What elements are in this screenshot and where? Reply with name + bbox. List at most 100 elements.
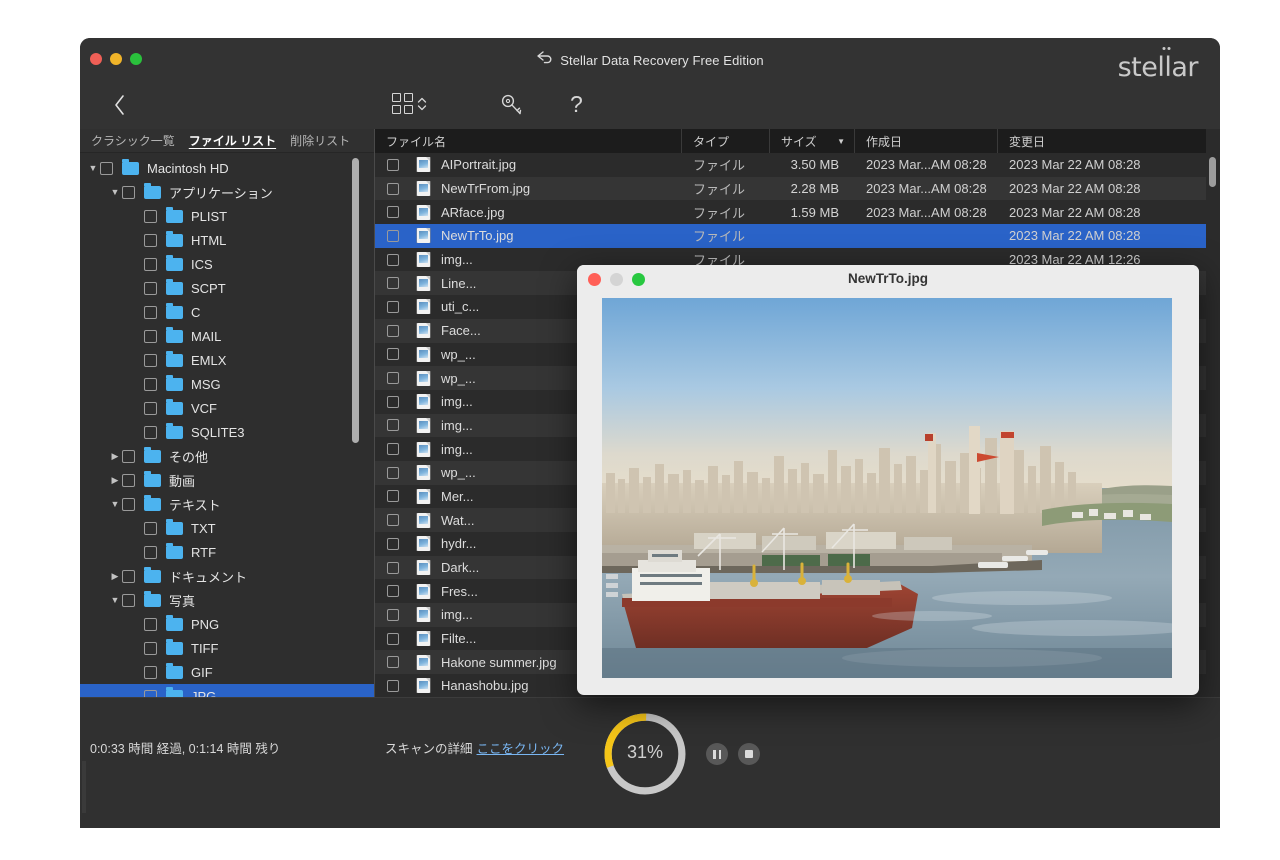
row-checkbox[interactable] <box>387 229 399 242</box>
stop-scan-button[interactable] <box>738 743 760 765</box>
tree-item[interactable]: • ICS <box>80 252 375 276</box>
row-checkbox[interactable] <box>387 324 399 337</box>
row-checkbox[interactable] <box>387 466 399 479</box>
tree-item[interactable]: • PLIST <box>80 204 375 228</box>
tree-item-checkbox[interactable] <box>122 497 135 511</box>
tree-item[interactable]: ▶ その他 <box>80 444 375 468</box>
row-checkbox[interactable] <box>387 372 399 385</box>
tree-item-checkbox[interactable] <box>144 281 157 295</box>
table-row[interactable]: ARface.jpg ファイル 1.59 MB 2023 Mar...AM 08:28… <box>375 200 1220 225</box>
twisty-collapsed-icon[interactable]: ▶ <box>108 571 122 582</box>
tree-item-checkbox[interactable] <box>122 569 135 583</box>
tree-item-checkbox[interactable] <box>144 641 157 655</box>
tree-item[interactable]: ▼ アプリケーション <box>80 180 375 204</box>
tree-item-checkbox[interactable] <box>144 257 157 271</box>
tree-item[interactable]: • MSG <box>80 372 375 396</box>
row-checkbox[interactable] <box>387 300 399 313</box>
tree-item[interactable]: ▼ テキスト <box>80 492 375 516</box>
tree-item[interactable]: ▶ 動画 <box>80 468 375 492</box>
grid-view-button[interactable] <box>392 93 427 114</box>
tree-item-checkbox[interactable] <box>144 689 157 697</box>
tree-item-checkbox[interactable] <box>144 617 157 631</box>
sidebar-scrollbar[interactable] <box>352 158 359 443</box>
row-checkbox[interactable] <box>387 443 399 456</box>
row-checkbox[interactable] <box>387 656 399 669</box>
tree-item[interactable]: • MAIL <box>80 324 375 348</box>
table-row[interactable]: NewTrFrom.jpg ファイル 2.28 MB 2023 Mar...AM 08… <box>375 176 1220 201</box>
row-checkbox[interactable] <box>387 514 399 527</box>
tree-item[interactable]: • PNG <box>80 612 375 636</box>
row-checkbox[interactable] <box>387 419 399 432</box>
twisty-collapsed-icon[interactable]: ▶ <box>108 451 122 462</box>
tree-item[interactable]: • RTF <box>80 540 375 564</box>
tree-item[interactable]: ▼ 写真 <box>80 588 375 612</box>
row-checkbox[interactable] <box>387 348 399 361</box>
table-row[interactable]: NewTrTo.jpg ファイル 2023 Mar 22 AM 08:28 <box>375 224 1220 248</box>
tree-item[interactable]: • SCPT <box>80 276 375 300</box>
column-header-4[interactable]: 変更日 <box>998 129 1170 153</box>
tree-item-checkbox[interactable] <box>122 449 135 463</box>
row-checkbox[interactable] <box>387 679 399 692</box>
column-header-3[interactable]: 作成日 <box>855 129 998 153</box>
tree-item[interactable]: •C <box>80 300 375 324</box>
tree-item-checkbox[interactable] <box>122 185 135 199</box>
row-checkbox[interactable] <box>387 632 399 645</box>
twisty-collapsed-icon[interactable]: ▶ <box>108 475 122 486</box>
sidebar-tab-1[interactable]: ファイル リスト <box>189 132 276 149</box>
twisty-expanded-icon[interactable]: ▼ <box>108 187 122 197</box>
tree-item-checkbox[interactable] <box>122 593 135 607</box>
row-checkbox[interactable] <box>387 561 399 574</box>
row-checkbox[interactable] <box>387 206 399 219</box>
tree-item-checkbox[interactable] <box>122 473 135 487</box>
sort-descending-icon[interactable]: ▼ <box>837 137 845 146</box>
tree-item-checkbox[interactable] <box>144 521 157 535</box>
folder-icon <box>166 326 183 343</box>
tree-item-checkbox[interactable] <box>144 209 157 223</box>
tree-item[interactable]: • EMLX <box>80 348 375 372</box>
tree-item[interactable]: ▶ ドキュメント <box>80 564 375 588</box>
tree-item-checkbox[interactable] <box>144 401 157 415</box>
row-checkbox[interactable] <box>387 490 399 503</box>
tree-item-checkbox[interactable] <box>144 353 157 367</box>
twisty-expanded-icon[interactable]: ▼ <box>108 595 122 605</box>
column-header-1[interactable]: タイプ <box>682 129 770 153</box>
back-button[interactable] <box>105 90 135 120</box>
row-checkbox[interactable] <box>387 395 399 408</box>
row-checkbox[interactable] <box>387 585 399 598</box>
tree-item[interactable]: • VCF <box>80 396 375 420</box>
sidebar-tab-0[interactable]: クラシック一覧 <box>91 132 175 149</box>
tree-item[interactable]: ▼ Macintosh HD <box>80 156 375 180</box>
table-row[interactable]: AIPortrait.jpg ファイル 3.50 MB 2023 Mar...AM 0… <box>375 153 1220 177</box>
tree-item[interactable]: • HTML <box>80 228 375 252</box>
column-header-2[interactable]: サイズ ▼ <box>770 129 855 153</box>
column-header-0[interactable]: ファイル名 <box>375 129 682 153</box>
tree-item-checkbox[interactable] <box>100 161 113 175</box>
tree-item-checkbox[interactable] <box>144 545 157 559</box>
tree-item-checkbox[interactable] <box>144 329 157 343</box>
row-checkbox[interactable] <box>387 277 399 290</box>
help-button[interactable]: ? <box>570 91 583 118</box>
tree-item-checkbox[interactable] <box>144 305 157 319</box>
row-checkbox[interactable] <box>387 182 399 195</box>
tree-item[interactable]: • SQLITE3 <box>80 420 375 444</box>
twisty-expanded-icon[interactable]: ▼ <box>108 499 122 509</box>
file-list-scrollbar[interactable] <box>1209 157 1216 187</box>
file-type-cell: ファイル <box>693 229 746 245</box>
row-checkbox[interactable] <box>387 253 399 266</box>
scan-detail-link[interactable]: ここをクリック <box>477 742 565 756</box>
row-checkbox[interactable] <box>387 608 399 621</box>
tree-item[interactable]: • GIF <box>80 660 375 684</box>
tree-item[interactable]: • TIFF <box>80 636 375 660</box>
sidebar-tab-2[interactable]: 削除リスト <box>290 132 350 149</box>
row-checkbox[interactable] <box>387 537 399 550</box>
tree-item-checkbox[interactable] <box>144 233 157 247</box>
tree-item[interactable]: •JPG <box>80 684 375 697</box>
row-checkbox[interactable] <box>387 158 399 171</box>
twisty-expanded-icon[interactable]: ▼ <box>86 163 100 173</box>
tree-item-checkbox[interactable] <box>144 425 157 439</box>
tree-item-checkbox[interactable] <box>144 665 157 679</box>
activation-key-button[interactable] <box>500 93 526 122</box>
tree-item[interactable]: • TXT <box>80 516 375 540</box>
tree-item-checkbox[interactable] <box>144 377 157 391</box>
pause-scan-button[interactable] <box>706 743 728 765</box>
